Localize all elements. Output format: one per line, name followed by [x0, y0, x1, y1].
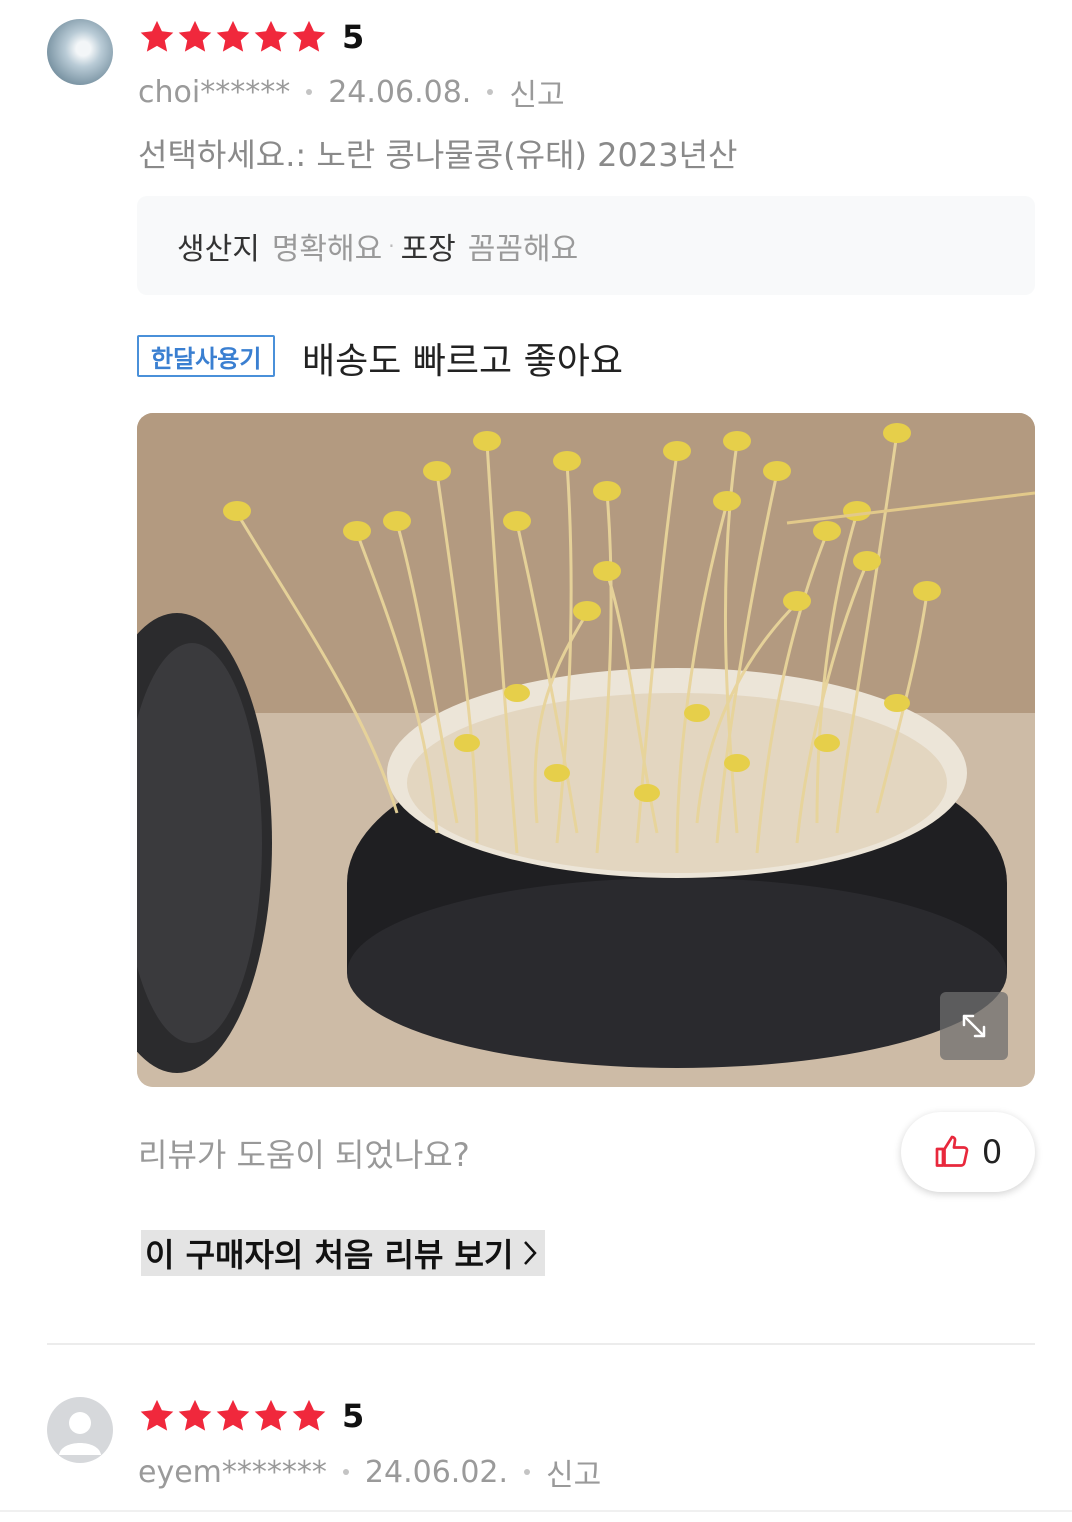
star-icon: [140, 1399, 174, 1431]
star-icon: [254, 1399, 288, 1431]
review-meta: choi****** 24.06.08. 신고: [138, 70, 565, 114]
rating-value: 5: [342, 1397, 365, 1435]
helpful-question: 리뷰가 도움이 되었나요?: [138, 1136, 470, 1174]
reviewer-id: choi******: [138, 74, 291, 110]
review-headline: 배송도 빠르고 좋아요: [302, 341, 623, 382]
star-icon: [178, 1399, 212, 1431]
star-icon: [178, 20, 212, 52]
separator-dot: [342, 1469, 349, 1475]
star-icon: [292, 1399, 326, 1431]
star-icon: [254, 20, 288, 52]
report-link[interactable]: 신고: [509, 70, 564, 114]
separator-dot: [487, 89, 494, 95]
star-rating: 5: [138, 1397, 364, 1435]
first-review-label: 이 구매자의 처음 리뷰 보기: [145, 1236, 514, 1274]
avatar[interactable]: [47, 19, 113, 85]
bean-sprout-photo: [137, 413, 1035, 1087]
purchase-option: 선택하세요.: 노란 콩나물콩(유태) 2023년산: [138, 136, 738, 174]
avatar[interactable]: [47, 1397, 113, 1463]
tag-value: 명확해요: [271, 231, 383, 267]
review-date: 24.06.02.: [364, 1454, 509, 1490]
review-meta: eyem******* 24.06.02. 신고: [138, 1450, 601, 1494]
bottom-divider: [0, 1510, 1072, 1512]
report-link[interactable]: 신고: [546, 1450, 601, 1494]
separator-dot: [524, 1469, 531, 1475]
review-divider: [47, 1343, 1035, 1345]
star-icon: [292, 20, 326, 52]
tag-key: 생산지: [177, 231, 260, 267]
tag-value: 꼼꼼해요: [467, 231, 579, 267]
evaluation-summary: 생산지 명확해요 · 포장 꼼꼼해요: [137, 196, 1035, 295]
star-icon: [216, 20, 250, 52]
star-icon: [216, 1399, 250, 1431]
chevron-right-icon: [524, 1241, 538, 1265]
rating-value: 5: [342, 18, 365, 56]
default-user-icon: [59, 1412, 101, 1455]
star-icon: [140, 20, 174, 52]
tag-key: 포장: [400, 231, 456, 267]
tag-separator: ·: [388, 233, 395, 258]
reviewer-id: eyem*******: [138, 1454, 327, 1490]
first-review-link[interactable]: 이 구매자의 처음 리뷰 보기: [141, 1230, 546, 1276]
review-type-badge: 한달사용기: [137, 335, 276, 377]
like-count: 0: [981, 1133, 1003, 1171]
review-photo[interactable]: [137, 413, 1035, 1087]
thumbs-up-icon: [935, 1135, 969, 1167]
review-date: 24.06.08.: [328, 74, 472, 110]
expand-button[interactable]: [940, 992, 1008, 1060]
separator-dot: [306, 89, 313, 95]
like-button[interactable]: 0: [901, 1112, 1035, 1192]
star-rating: 5: [138, 18, 364, 56]
expand-icon: [962, 1014, 986, 1038]
